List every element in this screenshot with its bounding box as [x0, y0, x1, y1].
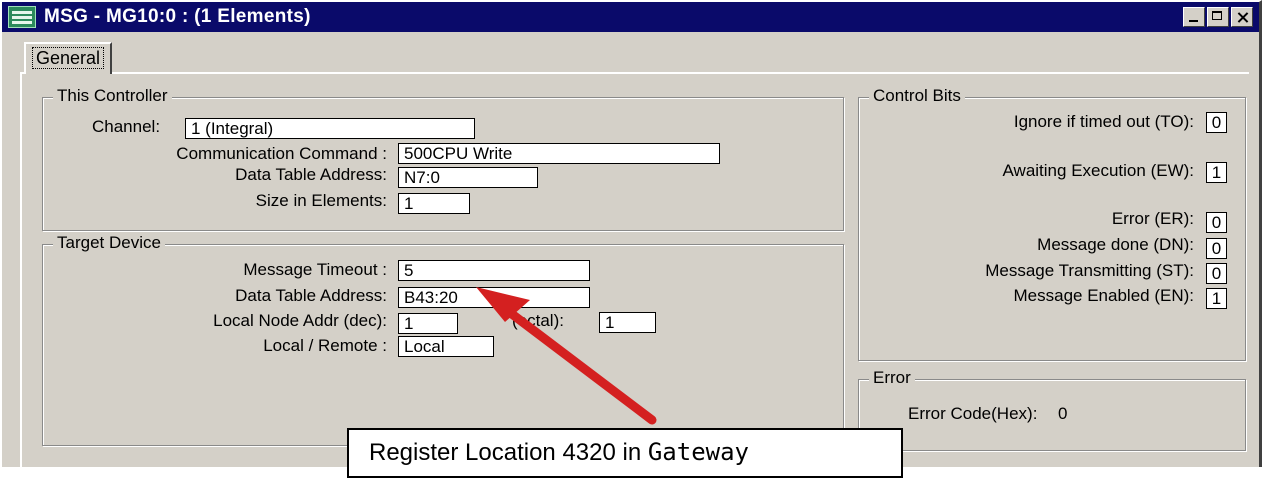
callout-gateway-text: Gateway [647, 438, 750, 466]
callout-text: Register Location 4320 in [369, 439, 642, 466]
annotation-arrow [476, 287, 657, 425]
callout-box: Register Location 4320 in Gateway [347, 428, 903, 478]
arrow-shaft [495, 300, 657, 425]
